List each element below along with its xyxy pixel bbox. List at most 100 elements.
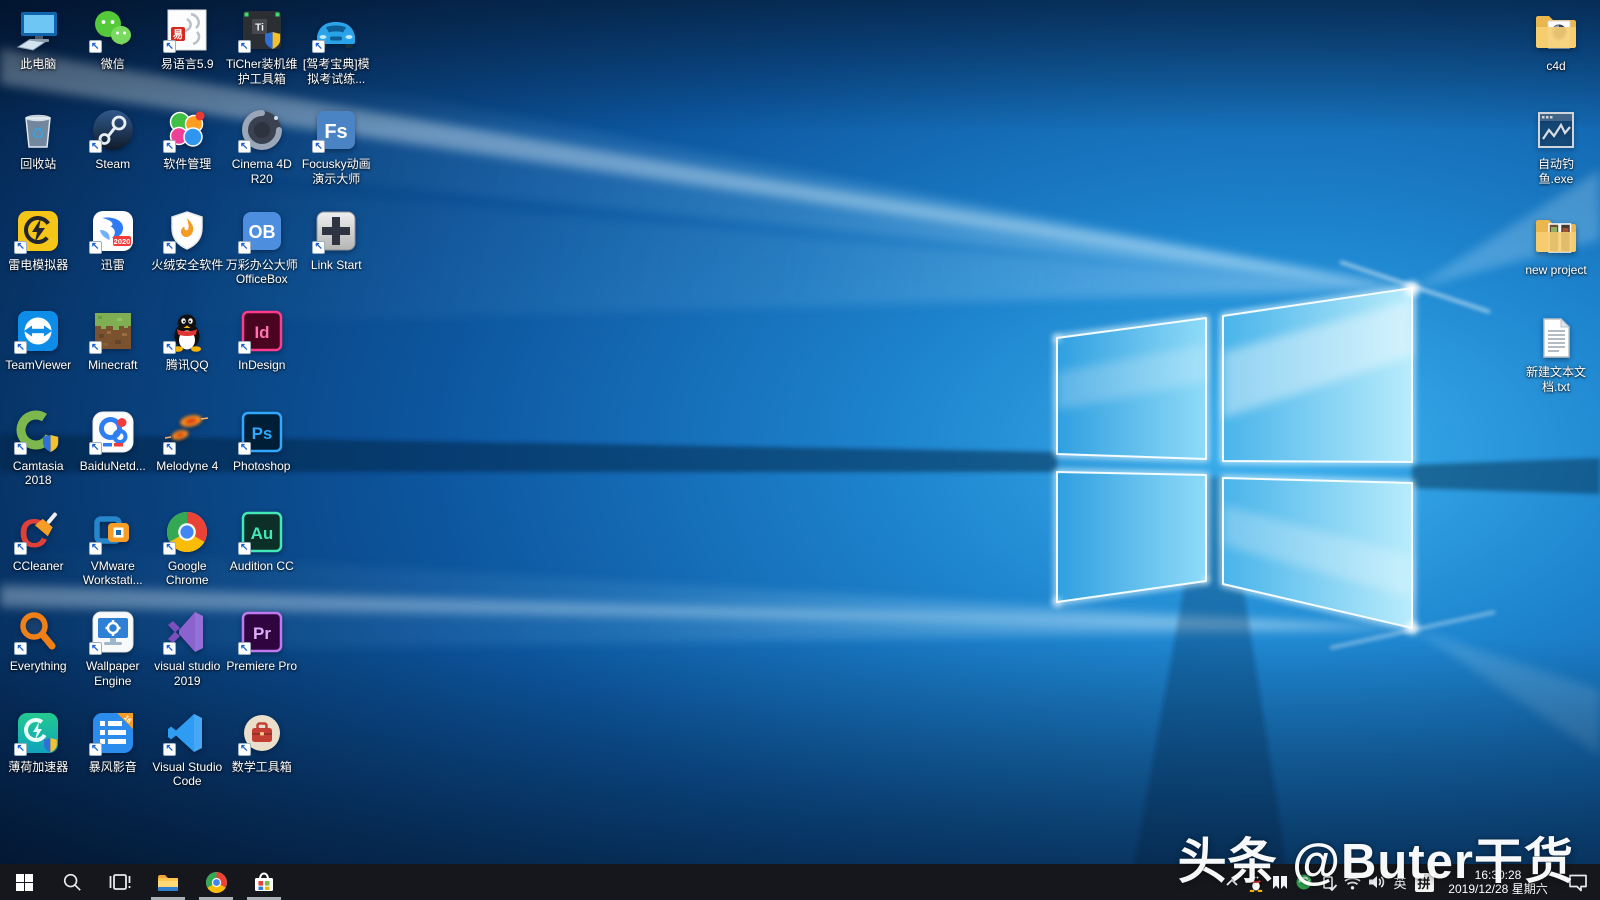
taskbar-search-button[interactable] (48, 864, 96, 900)
shortcut-arrow-icon (238, 542, 251, 555)
shortcut-arrow-icon (14, 743, 27, 756)
icon-label: 薄荷加速器 (8, 760, 68, 775)
icon-label: 易语言5.9 (161, 57, 214, 72)
desktop-icon-xunlei[interactable]: 2020 迅雷 (76, 207, 151, 307)
desktop-icon-huorong[interactable]: 火绒安全软件 (150, 207, 225, 307)
task-view-button[interactable] (96, 864, 144, 900)
desktop-icon-recycle-bin[interactable]: ♻ 回收站 (1, 106, 76, 206)
svg-text:Au: Au (250, 524, 273, 543)
shortcut-arrow-icon (89, 542, 102, 555)
yiyuyan-icon: 易 (163, 6, 211, 54)
start-button[interactable] (0, 864, 48, 900)
icon-label: InDesign (238, 358, 285, 373)
task-view-icon (108, 871, 132, 893)
icon-label: Camtasia 2018 (1, 459, 75, 488)
desktop-icon-wechat[interactable]: 微信 (76, 6, 151, 106)
premiere-icon: Pr (238, 608, 286, 656)
desktop-icon-photoshop[interactable]: Ps Photoshop (225, 408, 300, 508)
desktop-icon-officebox[interactable]: OB 万彩办公大师 OfficeBox (225, 207, 300, 307)
desktop-icon-new-text-document[interactable]: 新建文本文档.txt (1516, 314, 1596, 394)
taskbar-chrome-button[interactable] (192, 864, 240, 900)
desktop-icon-wallpaper-engine[interactable]: Wallpaper Engine (76, 608, 151, 708)
desktop-icon-vscode[interactable]: Visual Studio Code (150, 709, 225, 809)
desktop-icon-cinema4d[interactable]: Cinema 4D R20 (225, 106, 300, 206)
desktop-icon-autofish-exe[interactable]: 自动钓鱼.exe (1516, 106, 1596, 186)
desktop-icon-new-project-folder[interactable]: new project (1516, 212, 1596, 278)
shortcut-arrow-icon (89, 140, 102, 153)
desktop-icon-this-pc[interactable]: 此电脑 (1, 6, 76, 106)
svg-text:Pr: Pr (253, 624, 271, 643)
desktop-icon-link-start[interactable]: Link Start (299, 207, 374, 307)
desktop-icon-baofeng[interactable]: 16 暴风影音 (76, 709, 151, 809)
wallpaper-engine-icon (89, 608, 137, 656)
icon-label: Minecraft (88, 358, 137, 373)
huorong-icon (163, 207, 211, 255)
desktop-icon-ldplayer[interactable]: 雷电模拟器 (1, 207, 76, 307)
desktop-icon-ticher[interactable]: Ti TiCher装机维护工具箱 (225, 6, 300, 106)
desktop-icon-software-manager[interactable]: 软件管理 (150, 106, 225, 206)
desktop-icon-premiere[interactable]: Pr Premiere Pro (225, 608, 300, 708)
desktop-icon-mint-accelerator[interactable]: 薄荷加速器 (1, 709, 76, 809)
qq-icon (163, 307, 211, 355)
desktop-icon-vmware[interactable]: VMware Workstati... (76, 508, 151, 608)
desktop-icon-minecraft[interactable]: Minecraft (76, 307, 151, 407)
shortcut-arrow-icon (238, 743, 251, 756)
toutiao-watermark: 头条 @Buter干货 (1178, 822, 1574, 893)
icon-label: 数学工具箱 (232, 760, 292, 775)
shortcut-arrow-icon (89, 341, 102, 354)
desktop-icon-indesign[interactable]: Id InDesign (225, 307, 300, 407)
icon-label: [驾考宝典]模拟考试练... (299, 57, 373, 86)
svg-text:♻: ♻ (31, 126, 45, 143)
shortcut-arrow-icon (163, 140, 176, 153)
cinema4d-icon (238, 106, 286, 154)
new-project-folder-icon (1532, 212, 1580, 260)
c4d-folder-icon (1532, 8, 1580, 56)
icon-label: 微信 (101, 57, 125, 72)
audition-icon: Au (238, 508, 286, 556)
shortcut-arrow-icon (89, 743, 102, 756)
icon-label: Visual Studio Code (150, 760, 224, 789)
desktop-icon-baidunetdisk[interactable]: BaiduNetd... (76, 408, 151, 508)
text-document-icon (1532, 314, 1580, 362)
svg-text:Id: Id (254, 323, 269, 342)
vmware-icon (89, 508, 137, 556)
desktop-icon-qq[interactable]: 腾讯QQ (150, 307, 225, 407)
svg-text:Ti: Ti (255, 23, 264, 34)
desktop-icon-visual-studio-2019[interactable]: visual studio 2019 (150, 608, 225, 708)
file-explorer-button[interactable] (144, 864, 192, 900)
desktop-icon-teamviewer[interactable]: TeamViewer (1, 307, 76, 407)
shortcut-arrow-icon (163, 642, 176, 655)
icon-label: Melodyne 4 (156, 459, 218, 474)
icon-label: visual studio 2019 (150, 659, 224, 688)
icon-label: 迅雷 (101, 258, 125, 273)
shortcut-arrow-icon (312, 140, 325, 153)
icon-label: 火绒安全软件 (151, 258, 223, 273)
icon-label: TeamViewer (5, 358, 71, 373)
shortcut-arrow-icon (14, 542, 27, 555)
desktop-icon-camtasia[interactable]: Camtasia 2018 (1, 408, 76, 508)
math-toolbox-icon (238, 709, 286, 757)
desktop-icon-ccleaner[interactable]: C CCleaner (1, 508, 76, 608)
shortcut-arrow-icon (89, 40, 102, 53)
visual-studio-2019-icon (163, 608, 211, 656)
microsoft-store-button[interactable] (240, 864, 288, 900)
icon-label: 万彩办公大师 OfficeBox (225, 258, 299, 287)
desktop-icon-focusky[interactable]: Fs Focusky动画演示大师 (299, 106, 374, 206)
icon-label: Link Start (311, 258, 362, 273)
desktop-icon-steam[interactable]: Steam (76, 106, 151, 206)
desktop-icon-jiakao[interactable]: [驾考宝典]模拟考试练... (299, 6, 374, 106)
chrome-icon (204, 870, 229, 895)
desktop-icon-melodyne[interactable]: Melodyne 4 (150, 408, 225, 508)
shortcut-arrow-icon (238, 40, 251, 53)
desktop-icon-audition[interactable]: Au Audition CC (225, 508, 300, 608)
desktop-icon-everything[interactable]: Everything (1, 608, 76, 708)
desktop-icon-chrome[interactable]: Google Chrome (150, 508, 225, 608)
desktop-icon-yiyuyan[interactable]: 易 易语言5.9 (150, 6, 225, 106)
desktop-icon-c4d-folder[interactable]: c4d (1516, 8, 1596, 74)
desktop-icon-math-toolbox[interactable]: 数学工具箱 (225, 709, 300, 809)
shortcut-arrow-icon (163, 341, 176, 354)
desktop-icon-grid: 此电脑 ♻ 回收站 雷电模拟器 TeamViewer (1, 6, 374, 809)
indesign-icon: Id (238, 307, 286, 355)
icon-label: Audition CC (230, 559, 294, 574)
windows-logo-icon (16, 874, 33, 891)
